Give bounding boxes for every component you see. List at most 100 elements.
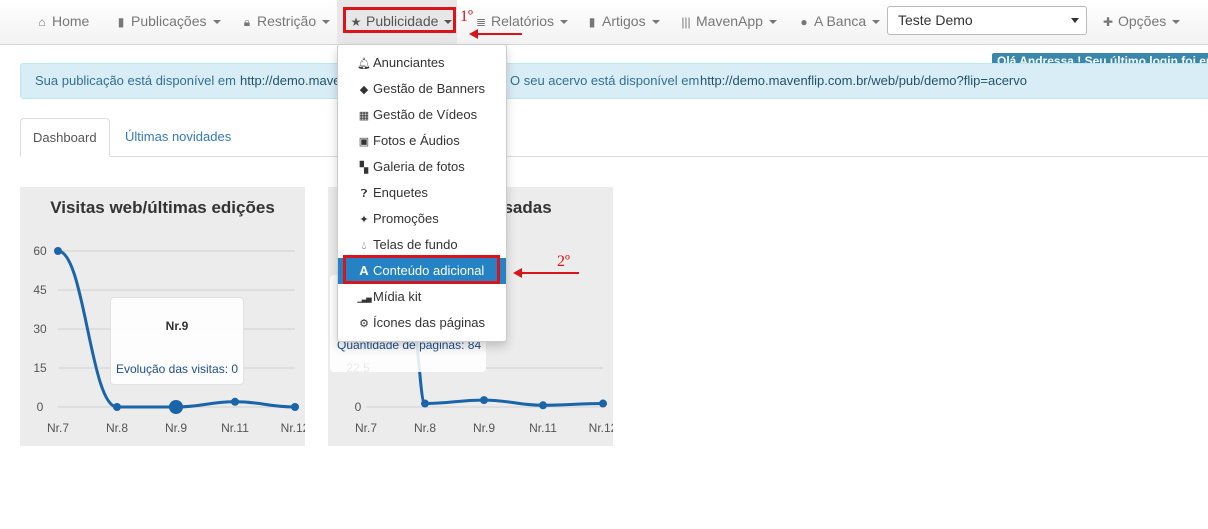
x-tick-label: Nr.12 [281,421,305,435]
nav-opcoes[interactable]: ✚ Opções [1101,0,1181,42]
gift-icon: ✦ [359,214,369,226]
globe-icon: ● [800,15,808,29]
question-icon: ❓︎ [360,188,368,200]
bell-icon: 🔔︎ [357,58,371,70]
nav-home[interactable]: ⌂ Home [35,0,89,42]
dropdown-item-label: Fotos e Áudios [373,133,460,148]
x-tick-label: Nr.9 [165,421,187,435]
nav-artigos-label: Artigos [602,13,646,29]
picture-icon: ▣ [358,136,370,148]
bookmark-icon: ▮ [588,15,596,29]
caret-down-icon [560,20,569,25]
dropdown-item-promo-es[interactable]: ✦ Promoções [338,206,506,232]
annotation-step2-label: 2º [557,253,570,270]
dropdown-item-label: Galeria de fotos [373,159,465,174]
annotation-arrow-step1 [469,29,522,39]
x-tick-label: Nr.9 [473,421,495,435]
nav-mavenapp[interactable]: ||| MavenApp [679,0,777,42]
y-tick-label: 45 [33,283,47,297]
x-tick-label: Nr.8 [414,421,436,435]
cog-icon: ⚙ [359,318,369,330]
dropdown-item-fotos-e-udios[interactable]: ▣ Fotos e Áudios [338,128,506,154]
top-navbar: ⌂ Home ▮ Publicações 🔒︎ Restrição ★ Publicid… [0,0,1208,45]
nav-restricao[interactable]: 🔒︎ Restrição [240,0,331,42]
chart-title-paginas: ssadas [494,198,552,217]
nav-relatorios-label: Relatórios [491,13,555,29]
film-icon: ▦ [358,110,370,122]
tooltip-value: Evolução das visitas: 0 [115,362,239,376]
nav-artigos[interactable]: ▮ Artigos [585,0,660,42]
publication-select-value: Teste Demo [898,12,973,28]
y-tick-label: 0 [355,400,362,414]
y-tick-label: 15 [33,361,47,375]
x-tick-label: Nr.11 [529,421,557,435]
highlighted-data-point [169,400,183,414]
nav-banca[interactable]: ● A Banca [797,0,881,42]
dropdown-item-label: Enquetes [373,185,428,200]
data-point [113,403,121,411]
barcode-icon: ||| [681,15,691,29]
tab-dashboard[interactable]: Dashboard [20,118,110,157]
nav-relatorios[interactable]: ≣ Relatórios [474,0,569,42]
y-tick-label: 0 [37,400,44,414]
annotation-step1-label: 1º [460,8,473,25]
y-tick-label: 60 [33,244,47,258]
data-point [539,401,547,410]
lock-icon: 🔒︎ [243,15,251,29]
publication-select[interactable]: Teste Demo [887,6,1087,35]
x-tick-label: Nr.7 [47,421,69,435]
alert-text-publication: Sua publicação está disponível em [35,73,236,88]
alert-link-publication[interactable]: http://demo.maven [240,64,348,98]
annotation-box-step1 [343,7,456,33]
data-point [599,399,607,408]
tooltip-title: Nr.9 [165,319,189,333]
dropdown-item-galeria-de-fotos[interactable]: ▚ Galeria de fotos [338,154,506,180]
chart-title-visitas: Visitas web/últimas edições [50,198,275,217]
caret-down-icon [212,20,221,25]
caret-down-icon [1172,20,1181,25]
dropdown-item-label: Ícones das páginas [373,315,486,330]
chart-panel-visitas: 60 45 30 15 0Nr.7 Nr.8 Nr.9 Nr.11 Nr.12 Visitas … [20,187,305,446]
plus-icon: ✚ [1102,15,1114,29]
tags-icon: ◆ [359,84,369,96]
tab-ultimas-novidades[interactable]: Últimas novidades [113,118,243,157]
x-tick-label: Nr.11 [221,421,249,435]
select-caret-icon [1071,18,1079,23]
dropdown-item-label: Promoções [373,211,439,226]
caret-down-icon [768,20,777,25]
caret-down-icon [872,20,881,25]
nav-restricao-label: Restrição [257,13,317,29]
dropdown-item-label: Gestão de Vídeos [373,107,478,122]
data-point [421,399,429,408]
dropdown-item-label: Telas de fundo [373,237,458,252]
dropdown-item--cones-das-p-ginas[interactable]: ⚙ Ícones das páginas [338,310,506,336]
x-tick-label: Nr.12 [589,421,613,435]
publicidade-dropdown-menu: 🔔︎ Anunciantes ◆ Gestão de Banners ▦ Gestão d… [337,44,507,342]
nav-home-label: Home [52,13,90,29]
file-icon: ▮ [117,15,125,29]
annotation-arrow-step2 [513,268,579,278]
info-alert: Sua publicação está disponível em http:/… [20,63,1208,99]
app-root: ⌂ Home ▮ Publicações 🔒︎ Restrição ★ Publicid… [0,0,1208,529]
dropdown-item-anunciantes[interactable]: 🔔︎ Anunciantes [338,50,506,76]
dropdown-item-label: Anunciantes [373,55,445,70]
nav-opcoes-label: Opções [1118,13,1167,29]
home-icon: ⌂ [38,15,46,29]
caret-down-icon [322,20,331,25]
x-tick-label: Nr.8 [106,421,128,435]
dropdown-item-gest-o-de-v-deos[interactable]: ▦ Gestão de Vídeos [338,102,506,128]
dropdown-item-gest-o-de-banners[interactable]: ◆ Gestão de Banners [338,76,506,102]
data-point [480,396,488,405]
caret-down-icon [651,20,660,25]
y-tick-label: 30 [33,322,47,336]
annotation-box-step2 [343,255,500,284]
x-tick-label: Nr.7 [355,421,377,435]
dropdown-item-m-dia-kit[interactable]: ▁▃▅ Mídia kit [338,284,506,310]
data-point [291,403,299,411]
data-point [54,247,62,255]
dropdown-item-enquetes[interactable]: ❓︎ Enquetes [338,180,506,206]
chart-tooltip: Nr.9 Evolução das visitas: 0 [110,297,244,385]
th-large-icon: ▚ [359,162,369,174]
alert-link-acervo[interactable]: http://demo.mavenflip.com.br/web/pub/dem… [700,64,1027,98]
nav-publicacoes[interactable]: ▮ Publicações [114,0,221,42]
